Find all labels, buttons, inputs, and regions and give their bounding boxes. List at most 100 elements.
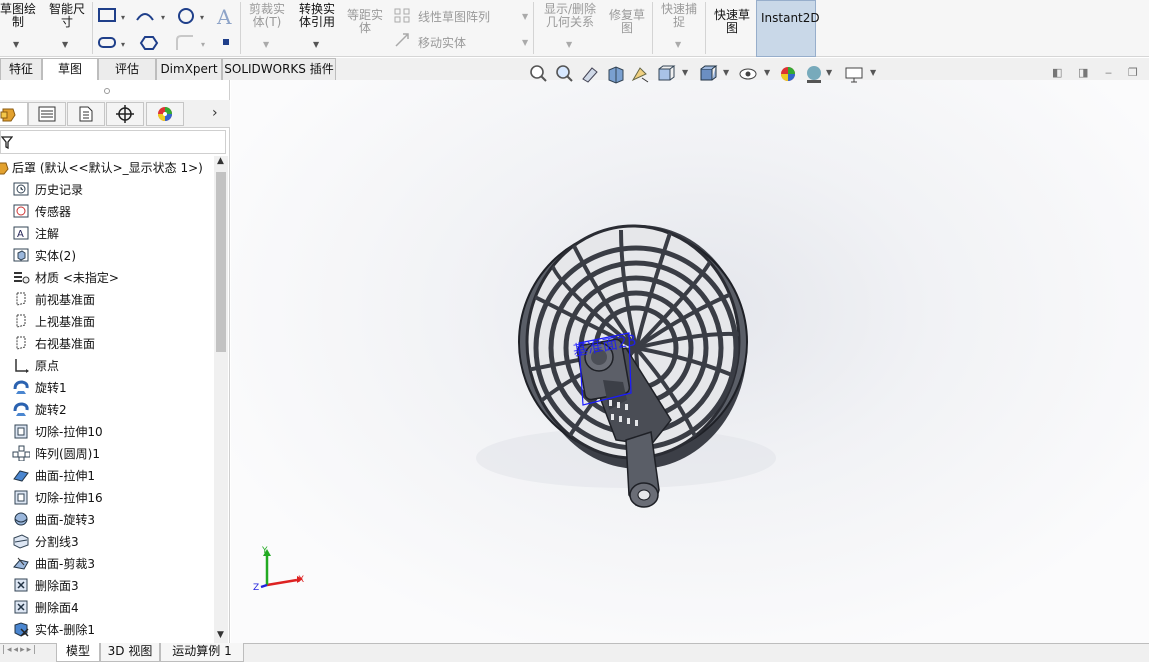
tab-solidworks-addins[interactable]: SOLIDWORKS 插件 xyxy=(222,58,336,80)
chevron-down-icon[interactable]: ▼ xyxy=(764,68,770,77)
sketch-draw-button[interactable]: 草图绘 制 xyxy=(0,3,38,29)
tree-item[interactable]: 分割线3 xyxy=(0,530,214,552)
chevron-down-icon[interactable]: ▼ xyxy=(675,40,681,49)
viewport-tile-right-icon[interactable]: ◨ xyxy=(1078,66,1088,79)
display-relations-button[interactable]: 显示/删除 几何关系 xyxy=(538,3,602,29)
zoom-to-area-icon[interactable] xyxy=(554,64,574,84)
tree-item[interactable]: 实体-删除1 xyxy=(0,618,214,640)
dynamic-annotation-icon[interactable] xyxy=(630,64,650,84)
panel-grip-icon[interactable] xyxy=(103,87,111,95)
restore-icon[interactable]: ❐ xyxy=(1128,66,1138,79)
filter-input[interactable] xyxy=(0,130,226,154)
chevron-down-icon[interactable]: ▼ xyxy=(566,40,572,49)
tab-configuration-manager[interactable] xyxy=(67,102,105,126)
tab-evaluate[interactable]: 评估 xyxy=(98,58,156,80)
tab-model[interactable]: 模型 xyxy=(56,643,100,662)
tree-item-label: 分割线3 xyxy=(35,535,79,549)
tab-dimxpert-manager[interactable] xyxy=(106,102,144,126)
tab-sketch[interactable]: 草图 xyxy=(42,58,98,80)
chevron-down-icon[interactable]: ▼ xyxy=(522,38,528,47)
view-settings-icon[interactable] xyxy=(844,64,864,84)
tree-item[interactable]: 实体(2) xyxy=(0,244,214,266)
surface-trim-icon xyxy=(13,557,29,570)
convert-entities-button[interactable]: 转换实 体引用 xyxy=(294,3,340,29)
display-style-icon[interactable] xyxy=(698,64,718,84)
tab-3d-view[interactable]: 3D 视图 xyxy=(100,643,160,662)
edit-appearance-icon[interactable] xyxy=(778,64,798,84)
smart-dimension-button[interactable]: 智能尺 寸 xyxy=(45,3,89,29)
sketch-tools-icons[interactable]: ▾ ▾ ▾ A ▾ ▾ xyxy=(97,6,237,54)
apply-scene-icon[interactable] xyxy=(804,64,824,84)
previous-view-icon[interactable] xyxy=(580,64,600,84)
tab-motion-study[interactable]: 运动算例 1 xyxy=(160,643,244,662)
tree-item[interactable]: 原点 xyxy=(0,354,214,376)
minimize-icon[interactable]: ‒ xyxy=(1105,66,1112,79)
tree-item-label: 注解 xyxy=(35,227,60,241)
move-entities-button[interactable]: 移动实体 xyxy=(418,34,466,51)
chevron-down-icon[interactable]: ▼ xyxy=(313,40,319,49)
crosshair-icon xyxy=(116,105,134,123)
scroll-up-icon[interactable]: ▲ xyxy=(217,156,224,166)
tab-property-manager[interactable] xyxy=(28,102,66,126)
chevron-down-icon[interactable]: ▼ xyxy=(13,40,19,49)
tree-item[interactable]: 旋转1 xyxy=(0,376,214,398)
chevron-down-icon[interactable]: ▼ xyxy=(522,12,528,21)
svg-text:A: A xyxy=(17,229,24,240)
tree-item[interactable]: 传感器 xyxy=(0,200,214,222)
linear-pattern-icon xyxy=(394,8,410,23)
viewport-tile-left-icon[interactable]: ◧ xyxy=(1052,66,1062,79)
scroll-down-icon[interactable]: ▼ xyxy=(217,630,224,640)
tab-scroll-arrows-icon[interactable]: |◂◂▸▸| xyxy=(2,645,38,655)
tab-features[interactable]: 特征 xyxy=(0,58,42,80)
tree-item[interactable]: 切除-拉伸10 xyxy=(0,420,214,442)
tree-item[interactable]: 历史记录 xyxy=(0,178,214,200)
graphics-area[interactable]: 基准面23 X Y Z xyxy=(231,80,1149,643)
tree-item-label: 传感器 xyxy=(35,205,72,219)
offset-entities-button[interactable]: 等距实 体 xyxy=(344,9,386,35)
rapid-sketch-button[interactable]: 快速草 图 xyxy=(709,9,755,35)
linear-pattern-button[interactable]: 线性草图阵列 xyxy=(418,8,490,25)
tree-item-label: 历史记录 xyxy=(35,183,84,197)
divider xyxy=(652,2,653,54)
chevron-right-icon[interactable]: › xyxy=(212,105,218,121)
svg-text:▾: ▾ xyxy=(161,13,165,22)
chevron-down-icon[interactable]: ▼ xyxy=(870,68,876,77)
tree-item[interactable]: 材质 <未指定> xyxy=(0,266,214,288)
tab-feature-manager[interactable] xyxy=(0,102,28,126)
view-orientation-icon[interactable] xyxy=(656,64,676,84)
model-viewport[interactable]: 基准面23 X Y Z xyxy=(231,80,1149,643)
tree-item[interactable]: 右视基准面 xyxy=(0,332,214,354)
tree-item[interactable]: A 注解 xyxy=(0,222,214,244)
chevron-down-icon[interactable]: ▼ xyxy=(263,40,269,49)
tab-dimxpert[interactable]: DimXpert xyxy=(156,58,222,80)
tree-item[interactable]: 曲面-拉伸1 xyxy=(0,464,214,486)
chevron-down-icon[interactable]: ▼ xyxy=(723,68,729,77)
tree-item[interactable]: 旋转2 xyxy=(0,398,214,420)
instant2d-button[interactable]: Instant2D xyxy=(756,0,820,57)
feature-tree-scrollbar[interactable]: ▲ ▼ xyxy=(214,156,228,643)
repair-sketch-button[interactable]: 修复草 图 xyxy=(605,9,649,35)
tree-item[interactable]: 曲面-旋转3 xyxy=(0,508,214,530)
scrollbar-thumb[interactable] xyxy=(216,172,226,352)
tree-item-label: 曲面-旋转3 xyxy=(35,513,95,527)
tree-item[interactable]: 曲面-剪裁3 xyxy=(0,552,214,574)
chevron-down-icon[interactable]: ▼ xyxy=(62,40,68,49)
svg-text:▾: ▾ xyxy=(121,40,125,49)
chevron-down-icon[interactable]: ▼ xyxy=(826,68,832,77)
zoom-to-fit-icon[interactable] xyxy=(528,64,548,84)
tree-item[interactable]: 前视基准面 xyxy=(0,288,214,310)
chevron-down-icon[interactable]: ▼ xyxy=(682,68,688,77)
trim-entities-button[interactable]: 剪裁实 体(T) xyxy=(245,3,289,29)
property-manager-icon xyxy=(38,106,56,122)
tree-item[interactable]: 上视基准面 xyxy=(0,310,214,332)
tree-root-part[interactable]: 后罩 (默认<<默认>_显示状态 1>) xyxy=(0,156,214,178)
tree-item[interactable]: 切除-拉伸16 xyxy=(0,486,214,508)
tree-item[interactable]: 阵列(圆周)1 xyxy=(0,442,214,464)
quick-snaps-button[interactable]: 快速捕 捉 xyxy=(656,3,702,29)
section-view-icon[interactable] xyxy=(606,64,626,84)
history-icon xyxy=(13,182,29,196)
tree-item[interactable]: 删除面4 xyxy=(0,596,214,618)
tab-display-manager[interactable] xyxy=(146,102,184,126)
tree-item[interactable]: 删除面3 xyxy=(0,574,214,596)
hide-show-items-icon[interactable] xyxy=(738,64,758,84)
